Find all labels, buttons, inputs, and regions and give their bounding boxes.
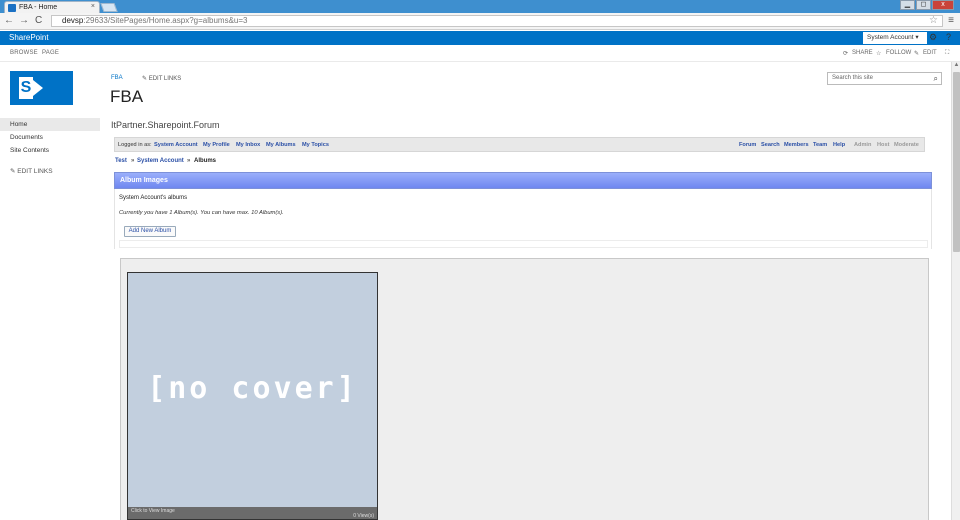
close-window-button[interactable]: x [932, 0, 954, 10]
top-edit-links[interactable]: ✎ EDIT LINKS [142, 75, 181, 82]
page-title: FBA [110, 87, 144, 106]
focus-content-icon[interactable]: ⛶ [945, 50, 949, 57]
forum-title: ItPartner.Sharepoint.Forum [111, 120, 220, 130]
site-breadcrumb-link[interactable]: FBA [111, 75, 123, 81]
crumb-albums: Albums [194, 158, 217, 164]
sharepoint-favicon-icon [8, 4, 16, 12]
logged-in-user-link[interactable]: System Account [154, 142, 198, 148]
quick-launch-nav: Home Documents Site Contents [0, 118, 100, 157]
follow-button[interactable]: FOLLOW [886, 50, 911, 56]
tab-close-icon[interactable]: × [91, 3, 95, 10]
album-card[interactable]: [no cover] Click to View Image 0 View(s) [127, 272, 378, 520]
click-to-view-label[interactable]: Click to View Image [131, 508, 175, 514]
top-edit-pencil-icon: ✎ [142, 76, 148, 82]
my-inbox-link[interactable]: My Inbox [236, 142, 260, 148]
settings-gear-icon[interactable]: ⚙ [929, 32, 937, 43]
maximize-button[interactable]: ◻ [916, 0, 931, 10]
crumb-system-account[interactable]: System Account [137, 158, 184, 164]
share-icon[interactable]: ⟳ [843, 50, 848, 57]
nav-item-home[interactable]: Home [0, 118, 100, 131]
window-controls: ▁ ◻ x [899, 0, 954, 10]
crumb-test[interactable]: Test [115, 158, 127, 164]
reload-icon[interactable]: C [35, 15, 42, 26]
help-icon[interactable]: ? [946, 32, 951, 42]
no-cover-placeholder: [no cover] [147, 371, 358, 406]
page-scrollbar[interactable]: ▲ [951, 62, 960, 520]
search-link[interactable]: Search [761, 142, 780, 148]
share-button[interactable]: SHARE [852, 50, 873, 56]
url-path: :29633/SitePages/Home.aspx?g=albums&u=3 [83, 16, 248, 25]
top-edit-links-label: EDIT LINKS [148, 76, 182, 82]
edit-button[interactable]: EDIT [923, 50, 937, 56]
logo-arrow-shape [33, 80, 43, 96]
crumb-separator: » [131, 158, 135, 164]
crumb-separator: » [187, 158, 191, 164]
scrollbar-thumb[interactable] [953, 72, 960, 252]
my-albums-link[interactable]: My Albums [266, 142, 296, 148]
search-placeholder: Search this site [832, 75, 874, 81]
members-link[interactable]: Members [784, 142, 809, 148]
url-input[interactable]: devsp:29633/SitePages/Home.aspx?g=albums… [51, 15, 943, 27]
ribbon-bar: BROWSE PAGE ⟳ SHARE ☆ FOLLOW ✎ EDIT ⛶ [0, 45, 960, 62]
my-profile-link[interactable]: My Profile [203, 142, 230, 148]
tab-title: FBA - Home [19, 4, 58, 11]
back-icon[interactable]: ← [4, 15, 14, 26]
edit-links-pencil-icon: ✎ [10, 168, 16, 175]
albums-owner-label: System Account's albums [119, 195, 188, 201]
site-logo[interactable]: S [10, 71, 73, 105]
nav-edit-links-label: EDIT LINKS [17, 168, 53, 175]
address-toolbar: ← → C devsp:29633/SitePages/Home.aspx?g=… [0, 13, 960, 30]
edit-pencil-icon[interactable]: ✎ [914, 50, 919, 57]
album-images-header: Album Images [114, 172, 932, 189]
forum-link[interactable]: Forum [739, 142, 756, 148]
my-topics-link[interactable]: My Topics [302, 142, 329, 148]
nav-item-site-contents[interactable]: Site Contents [0, 144, 100, 157]
browser-titlebar: FBA - Home × ▁ ◻ x [0, 0, 960, 13]
moderate-link[interactable]: Moderate [894, 142, 919, 148]
ribbon-tab-browse[interactable]: BROWSE [10, 50, 38, 56]
suite-bar: SharePoint System Account ▾ ⚙ ? [0, 31, 960, 45]
search-icon[interactable]: ⌕ [934, 74, 938, 84]
add-new-album-button[interactable]: Add New Album [124, 226, 176, 237]
ribbon-tab-page[interactable]: PAGE [42, 50, 59, 56]
views-count: 0 View(s) [353, 513, 374, 519]
host-link[interactable]: Host [877, 142, 889, 148]
admin-link[interactable]: Admin [854, 142, 871, 148]
bookmark-star-icon[interactable]: ☆ [929, 15, 938, 26]
forum-toolbar: Logged in as: System Account My Profile … [114, 137, 925, 152]
forward-icon[interactable]: → [19, 15, 29, 26]
help-link[interactable]: Help [833, 142, 845, 148]
new-tab-button[interactable] [100, 3, 118, 12]
logged-in-label: Logged in as: [118, 142, 152, 148]
album-limit-text: Currently you have 1 Album(s). You can h… [119, 210, 284, 216]
follow-star-icon[interactable]: ☆ [876, 50, 881, 57]
nav-item-documents[interactable]: Documents [0, 131, 100, 144]
user-menu-button[interactable]: System Account ▾ [863, 32, 927, 44]
minimize-button[interactable]: ▁ [900, 0, 915, 10]
album-card-footer: Click to View Image 0 View(s) [128, 507, 377, 519]
browser-tab[interactable]: FBA - Home × [4, 1, 100, 13]
sharepoint-brand-link[interactable]: SharePoint [9, 33, 49, 42]
scroll-up-arrow-icon[interactable]: ▲ [952, 62, 960, 71]
album-images-title: Album Images [120, 177, 168, 184]
url-host: devsp [62, 16, 84, 25]
team-link[interactable]: Team [813, 142, 827, 148]
album-panel-footer [119, 240, 928, 248]
nav-edit-links[interactable]: ✎ EDIT LINKS [10, 167, 53, 175]
search-input[interactable]: Search this site ⌕ [827, 72, 942, 85]
browser-menu-icon[interactable]: ≡ [948, 15, 954, 26]
sharepoint-logo-icon: S [19, 77, 33, 99]
